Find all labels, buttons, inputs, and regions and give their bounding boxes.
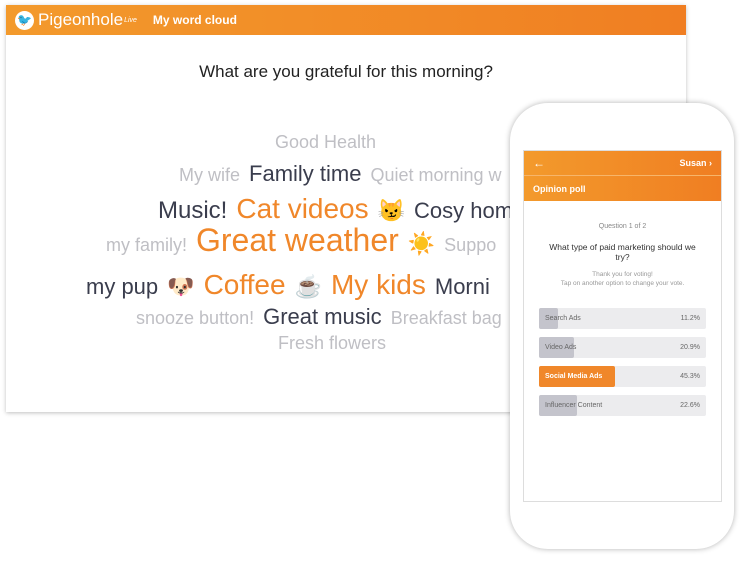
poll-option[interactable]: Search Ads 11.2% bbox=[539, 308, 706, 329]
emoji-icon: 😼 bbox=[377, 198, 406, 223]
cloud-word: Music! bbox=[158, 197, 228, 224]
phone-screen: ← Susan › Opinion poll Question 1 of 2 Wh… bbox=[523, 150, 722, 502]
option-label: Social Media Ads bbox=[545, 373, 603, 380]
poll-options: Search Ads 11.2% Video Ads 20.9% Social Medi… bbox=[524, 308, 721, 416]
emoji-icon: ☀️ bbox=[407, 231, 436, 256]
cloud-word: Morni bbox=[434, 274, 490, 299]
phone-header: ← Susan › bbox=[524, 151, 721, 176]
user-button[interactable]: Susan › bbox=[679, 158, 712, 168]
cloud-word: Breakfast bag bbox=[390, 308, 502, 328]
pigeon-icon: 🐦 bbox=[15, 10, 34, 30]
cloud-word: Coffee bbox=[203, 269, 286, 300]
section-title: Opinion poll bbox=[524, 176, 721, 201]
cloud-word: Fresh flowers bbox=[278, 333, 387, 353]
cloud-row: My wife Family time Quiet morning w bbox=[179, 161, 502, 187]
logo[interactable]: 🐦 Pigeonhole Live bbox=[15, 10, 137, 30]
thanks-text: Thank you for voting! bbox=[592, 271, 653, 278]
cloud-word: Cosy hom bbox=[414, 198, 514, 223]
cloud-word: my pup bbox=[86, 274, 159, 299]
option-percent: 45.3% bbox=[680, 373, 700, 380]
cloud-word: Quiet morning w bbox=[370, 165, 502, 185]
option-percent: 20.9% bbox=[680, 344, 700, 351]
emoji-icon: ☕ bbox=[294, 274, 322, 299]
cloud-word: my family! bbox=[106, 235, 187, 255]
poll-option[interactable]: Social Media Ads 45.3% bbox=[539, 366, 706, 387]
header-bar: 🐦 Pigeonhole Live My word cloud bbox=[6, 5, 686, 35]
option-label: Influencer Content bbox=[545, 402, 603, 409]
cloud-word: Great weather bbox=[196, 222, 399, 258]
page-title: My word cloud bbox=[152, 13, 237, 27]
cloud-row: my family! Great weather ☀️ Suppo bbox=[106, 222, 496, 259]
cloud-word: Cat videos bbox=[236, 193, 369, 224]
cloud-row: Music! Cat videos 😼 Cosy hom bbox=[158, 193, 513, 225]
cloud-row: Good Health bbox=[275, 132, 376, 153]
option-percent: 11.2% bbox=[680, 315, 700, 322]
option-label: Video Ads bbox=[545, 344, 577, 351]
cloud-word: snooze button! bbox=[136, 308, 255, 328]
cloud-word: Suppo bbox=[444, 235, 497, 255]
vote-message: Thank you for voting! Tap on another opti… bbox=[524, 270, 721, 288]
poll-question: What type of paid marketing should we tr… bbox=[549, 242, 696, 262]
poll-option[interactable]: Video Ads 20.9% bbox=[539, 337, 706, 358]
cloud-word: Good Health bbox=[275, 132, 377, 152]
cloud-row: snooze button! Great music Breakfast bag bbox=[136, 304, 502, 330]
cloud-row: my pup 🐶 Coffee ☕ My kids Morni bbox=[86, 269, 490, 301]
hint-text: Tap on another option to change your vot… bbox=[560, 280, 685, 287]
option-percent: 22.6% bbox=[680, 402, 700, 409]
cloud-word: Family time bbox=[249, 161, 362, 186]
poll-option[interactable]: Influencer Content 22.6% bbox=[539, 395, 706, 416]
logo-sup: Live bbox=[124, 16, 137, 24]
back-arrow-icon[interactable]: ← bbox=[533, 156, 545, 170]
emoji-icon: 🐶 bbox=[167, 274, 195, 299]
cloud-word: My kids bbox=[330, 269, 426, 300]
phone-mockup: ← Susan › Opinion poll Question 1 of 2 Wh… bbox=[510, 103, 734, 549]
cloud-word: Great music bbox=[263, 304, 382, 329]
option-label: Search Ads bbox=[545, 315, 581, 322]
question-counter: Question 1 of 2 bbox=[598, 223, 647, 230]
question: What are you grateful for this morning? bbox=[199, 62, 493, 81]
cloud-row: Fresh flowers bbox=[278, 333, 386, 354]
logo-text: Pigeonhole bbox=[38, 10, 124, 29]
cloud-word: My wife bbox=[179, 165, 241, 185]
